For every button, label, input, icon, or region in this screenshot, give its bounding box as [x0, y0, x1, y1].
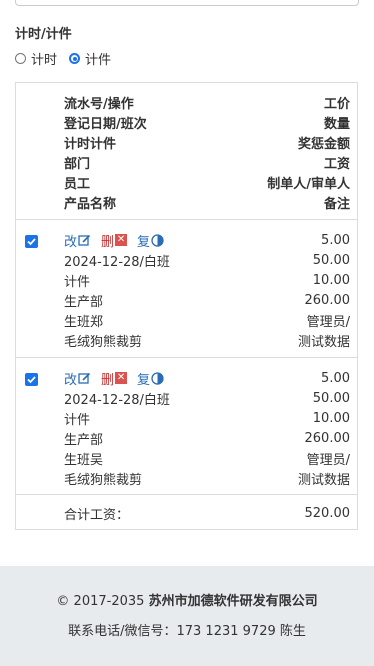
row-line: 计件 10.00 [64, 270, 350, 290]
checkmark-icon [27, 376, 36, 384]
header-cell: 工资 [323, 156, 350, 172]
department-value: 生产部 [64, 432, 104, 448]
total-value: 520.00 [304, 505, 351, 521]
copy-button[interactable]: 复 [137, 231, 164, 250]
radio-piece-label: 计件 [85, 53, 112, 68]
creator-value: 管理员/ [306, 314, 350, 330]
product-value: 毛绒狗熊裁剪 [64, 472, 143, 488]
row-line: 生班郑 管理员/ [64, 310, 350, 330]
copy-label: 复 [137, 372, 151, 388]
checkmark-icon [27, 238, 36, 246]
row-line: 改 删 ✕ 复 5.00 [64, 230, 350, 250]
price-value: 5.00 [321, 370, 350, 386]
table-row: 改 删 ✕ 复 5.00 2024-12-28/白班 50.00 计件 10.00 生… [16, 220, 357, 358]
header-row: 登记日期/班次 数量 [64, 112, 350, 132]
wage-value: 260.00 [304, 430, 351, 446]
header-row: 部门 工资 [64, 152, 350, 172]
row-line: 改 删 ✕ 复 5.00 [64, 368, 350, 388]
edit-icon [78, 234, 91, 246]
row-checkbox[interactable] [25, 373, 38, 386]
copyright-line: © 2017-2035 苏州市加德软件研发有限公司 [0, 590, 374, 609]
edit-button[interactable]: 改 [64, 231, 91, 250]
remark-value: 测试数据 [297, 472, 350, 488]
table-row: 改 删 ✕ 复 5.00 2024-12-28/白班 50.00 计件 10.00 生… [16, 358, 357, 495]
header-row: 计时计件 奖惩金额 [64, 132, 350, 152]
radio-selected-icon[interactable] [69, 53, 81, 64]
header-cell: 员工 [64, 176, 91, 192]
type-value: 计件 [64, 274, 91, 290]
row-line: 毛绒狗熊裁剪 测试数据 [64, 468, 350, 488]
delete-x-icon: ✕ [115, 234, 128, 246]
employee-value: 生班郑 [64, 314, 104, 330]
copy-label: 复 [137, 234, 151, 250]
wage-value: 260.00 [304, 292, 351, 308]
radio-timed[interactable]: 计时 [15, 49, 57, 68]
header-cell: 制单人/审单人 [267, 176, 350, 192]
mode-label: 计时/计件 [15, 27, 72, 42]
row-checkbox[interactable] [25, 235, 38, 248]
page-footer: © 2017-2035 苏州市加德软件研发有限公司 联系电话/微信号：173 1… [0, 566, 374, 666]
edit-button[interactable]: 改 [64, 369, 91, 388]
header-cell: 流水号/操作 [64, 96, 134, 112]
edit-icon [78, 372, 91, 384]
copy-button[interactable]: 复 [137, 369, 164, 388]
creator-value: 管理员/ [306, 452, 350, 468]
department-value: 生产部 [64, 294, 104, 310]
copyright-text: © 2017-2035 [56, 594, 145, 609]
delete-button[interactable]: 删 ✕ [101, 231, 128, 250]
header-cell: 计时计件 [64, 136, 117, 152]
header-cell: 产品名称 [64, 196, 117, 212]
row-line: 生产部 260.00 [64, 428, 350, 448]
row-ops: 改 删 ✕ 复 [64, 231, 174, 250]
radio-circle-icon[interactable] [15, 53, 26, 64]
copy-icon [151, 371, 164, 385]
quantity-value: 50.00 [312, 390, 350, 406]
mode-radio-group: 计时 计件 [15, 49, 123, 68]
total-label: 合计工资： [64, 507, 130, 523]
header-cell: 部门 [64, 156, 91, 172]
bonus-value: 10.00 [312, 272, 350, 288]
row-line: 2024-12-28/白班 50.00 [64, 250, 350, 270]
header-cell: 奖惩金额 [297, 136, 350, 152]
header-cell: 工价 [323, 96, 350, 112]
company-name: 苏州市加德软件研发有限公司 [148, 594, 318, 609]
wage-table: 流水号/操作 工价 登记日期/班次 数量 计时计件 奖惩金额 部门 工资 员工 制单人/审… [15, 82, 358, 530]
type-value: 计件 [64, 412, 91, 428]
table-header: 流水号/操作 工价 登记日期/班次 数量 计时计件 奖惩金额 部门 工资 员工 制单人/审… [16, 83, 357, 220]
edit-label: 改 [64, 372, 78, 388]
delete-button[interactable]: 删 ✕ [101, 369, 128, 388]
row-line: 计件 10.00 [64, 408, 350, 428]
date-shift: 2024-12-28/白班 [64, 392, 170, 408]
bonus-value: 10.00 [312, 410, 350, 426]
date-shift: 2024-12-28/白班 [64, 254, 170, 270]
row-line: 毛绒狗熊裁剪 测试数据 [64, 330, 350, 350]
row-line: 2024-12-28/白班 50.00 [64, 388, 350, 408]
price-value: 5.00 [321, 232, 350, 248]
header-row: 员工 制单人/审单人 [64, 172, 350, 192]
header-row: 流水号/操作 工价 [64, 92, 350, 112]
header-cell: 登记日期/班次 [64, 116, 147, 132]
product-value: 毛绒狗熊裁剪 [64, 334, 143, 350]
search-input[interactable] [15, 0, 359, 6]
delete-label: 删 [101, 372, 115, 388]
delete-label: 删 [101, 234, 115, 250]
row-line: 生班吴 管理员/ [64, 448, 350, 468]
copy-icon [151, 233, 164, 247]
contact-line: 联系电话/微信号：173 1231 9729 陈生 [68, 624, 306, 639]
total-row: 合计工资： 520.00 [16, 495, 357, 531]
total-line: 合计工资： 520.00 [64, 503, 350, 523]
employee-value: 生班吴 [64, 452, 104, 468]
header-row: 产品名称 备注 [64, 192, 350, 212]
header-cell: 数量 [323, 116, 350, 132]
row-ops: 改 删 ✕ 复 [64, 369, 174, 388]
radio-timed-label: 计时 [31, 53, 58, 68]
quantity-value: 50.00 [312, 252, 350, 268]
radio-piece[interactable]: 计件 [69, 49, 111, 68]
remark-value: 测试数据 [297, 334, 350, 350]
edit-label: 改 [64, 234, 78, 250]
row-line: 生产部 260.00 [64, 290, 350, 310]
delete-x-icon: ✕ [115, 372, 128, 384]
header-cell: 备注 [323, 196, 350, 212]
